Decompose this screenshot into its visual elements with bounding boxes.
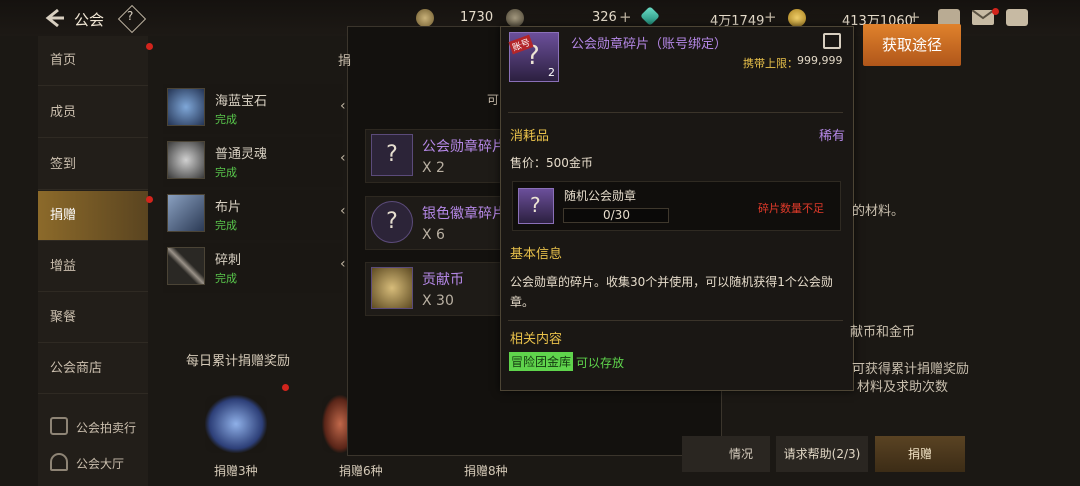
sidebar-item-home[interactable]: 首页 — [38, 36, 148, 86]
button-label: 情况 — [728, 447, 753, 461]
info-text: 献币和金币 — [850, 325, 916, 340]
home-notification-dot — [146, 43, 153, 50]
item-quantity: X 30 — [422, 293, 454, 309]
material-name: 普通灵魂 — [215, 147, 268, 162]
chevron-left-icon: ‹ — [340, 150, 346, 166]
item-description: 公会勋章的碎片。收集30个并使用，可以随机获得1个公会勋章。 — [510, 275, 833, 309]
reward-name: 随机公会勋章 — [564, 189, 637, 203]
random-medal-icon: ? — [518, 188, 554, 224]
chevron-left-icon: ‹ — [340, 98, 346, 114]
tooltip-title: 公会勋章碎片（账号绑定） — [571, 37, 728, 52]
donate-notification-dot — [146, 196, 153, 203]
donate-button[interactable]: 捐赠 — [875, 436, 965, 472]
item-name: 公会勋章碎片 — [422, 139, 506, 155]
sidebar: 首页 成员 签到 捐赠 增益 聚餐 公会商店 公会拍卖行 公会大厅 — [38, 36, 148, 486]
stamina-icon — [416, 9, 434, 27]
page-title: 公会 — [74, 11, 105, 29]
divider — [508, 112, 843, 113]
medal-fragment-icon: ? — [371, 134, 413, 176]
material-status: 完成 — [215, 272, 237, 285]
thorn-icon — [167, 247, 205, 285]
list-item[interactable]: 海蓝宝石 完成 — [163, 84, 343, 134]
mail-icon[interactable] — [971, 9, 995, 25]
reward-label: 捐赠3种 — [214, 464, 258, 478]
sidebar-item-donate[interactable]: 捐赠 — [38, 191, 148, 241]
list-item[interactable]: 贡献币 X 30 — [365, 262, 507, 316]
list-item[interactable]: 碎刺 完成 — [163, 243, 343, 293]
sidebar-item-dinner[interactable]: 聚餐 — [38, 293, 148, 343]
contribution-coin-icon — [371, 267, 413, 309]
basic-info-title: 基本信息 — [510, 247, 563, 262]
insufficient-warning: 碎片数量不足 — [758, 202, 824, 215]
material-status: 完成 — [215, 166, 237, 179]
diamond-icon — [640, 6, 660, 26]
sidebar-item-members[interactable]: 成员 — [38, 88, 148, 138]
cloth-icon — [167, 194, 205, 232]
reward-label: 捐赠8种 — [464, 464, 508, 478]
item-name: 贡献币 — [422, 272, 464, 288]
sidebar-item-buff[interactable]: 增益 — [38, 242, 148, 292]
daily-reward-title: 每日累计捐赠奖励 — [186, 354, 291, 369]
share-icon[interactable] — [823, 33, 841, 49]
item-name: 银色徽章碎片 — [422, 206, 506, 222]
list-item[interactable]: 普通灵魂 完成 — [163, 137, 343, 187]
reward-notification-dot — [282, 384, 289, 391]
get-source-button[interactable]: 获取途径 — [863, 24, 961, 66]
guild-coin-icon — [506, 9, 524, 27]
reward-label: 捐赠6种 — [339, 464, 383, 478]
material-status: 完成 — [215, 219, 237, 232]
request-help-button[interactable]: 请求帮助(2/3) — [776, 436, 868, 472]
hall-icon — [50, 453, 68, 471]
silver-badge-fragment-icon: ? — [371, 201, 413, 243]
guild-coin-value: 326 — [592, 10, 617, 25]
sidebar-item-guild-shop[interactable]: 公会商店 — [38, 344, 148, 394]
reward-progress-text: 0/30 — [603, 208, 630, 222]
chat-icon[interactable] — [1006, 9, 1028, 26]
divider — [508, 320, 843, 321]
add-guild-coin-button[interactable]: + — [619, 8, 632, 26]
list-item[interactable]: ? 银色徽章碎片 X 6 — [365, 196, 507, 250]
sidebar-item-auction[interactable]: 公会拍卖行 — [76, 419, 136, 436]
reward-chest-icon[interactable] — [205, 395, 267, 453]
gold-coin-icon — [788, 9, 806, 27]
item-count: 2 — [548, 66, 555, 79]
related-title: 相关内容 — [510, 332, 563, 347]
back-arrow-icon[interactable] — [44, 8, 66, 28]
donation-status-button[interactable]: 情况 — [682, 436, 770, 472]
item-price: 售价：500金币 — [510, 156, 593, 170]
panel-subheader-partial: 可 — [487, 93, 500, 107]
list-item[interactable]: 布片 完成 — [163, 190, 343, 240]
info-text: 可获得累计捐赠奖励 — [852, 362, 970, 377]
help-symbol: ? — [127, 9, 134, 23]
material-status: 完成 — [215, 113, 237, 126]
treasure-icon[interactable] — [938, 9, 960, 25]
related-status: 可以存放 — [576, 356, 625, 370]
carry-limit-value: 999,999 — [797, 54, 843, 67]
add-diamond-button[interactable]: + — [764, 8, 777, 26]
related-tag[interactable]: 冒险团金库 — [509, 352, 574, 371]
list-item[interactable]: ? 公会勋章碎片 X 2 — [365, 129, 507, 183]
sapphire-icon — [167, 88, 205, 126]
panel-header-partial: 捐 — [338, 54, 352, 69]
material-name: 碎刺 — [215, 253, 242, 268]
soul-icon — [167, 141, 205, 179]
item-quantity: X 6 — [422, 227, 445, 243]
sidebar-item-hall[interactable]: 公会大厅 — [76, 455, 124, 472]
stamina-value: 1730 — [460, 10, 494, 25]
item-rarity: 稀有 — [819, 129, 846, 144]
item-category: 消耗品 — [510, 129, 550, 144]
sidebar-item-checkin[interactable]: 签到 — [38, 140, 148, 190]
mail-notification-dot — [992, 8, 999, 15]
info-text: 的材料。 — [852, 204, 905, 219]
item-quantity: X 2 — [422, 160, 445, 176]
material-name: 海蓝宝石 — [215, 94, 268, 109]
info-text: 材料及求助次数 — [857, 380, 949, 395]
auction-icon — [50, 417, 68, 435]
chevron-left-icon: ‹ — [340, 203, 346, 219]
material-name: 布片 — [215, 200, 242, 215]
chevron-left-icon: ‹ — [340, 256, 346, 272]
carry-limit-label: 携带上限： — [743, 57, 798, 70]
